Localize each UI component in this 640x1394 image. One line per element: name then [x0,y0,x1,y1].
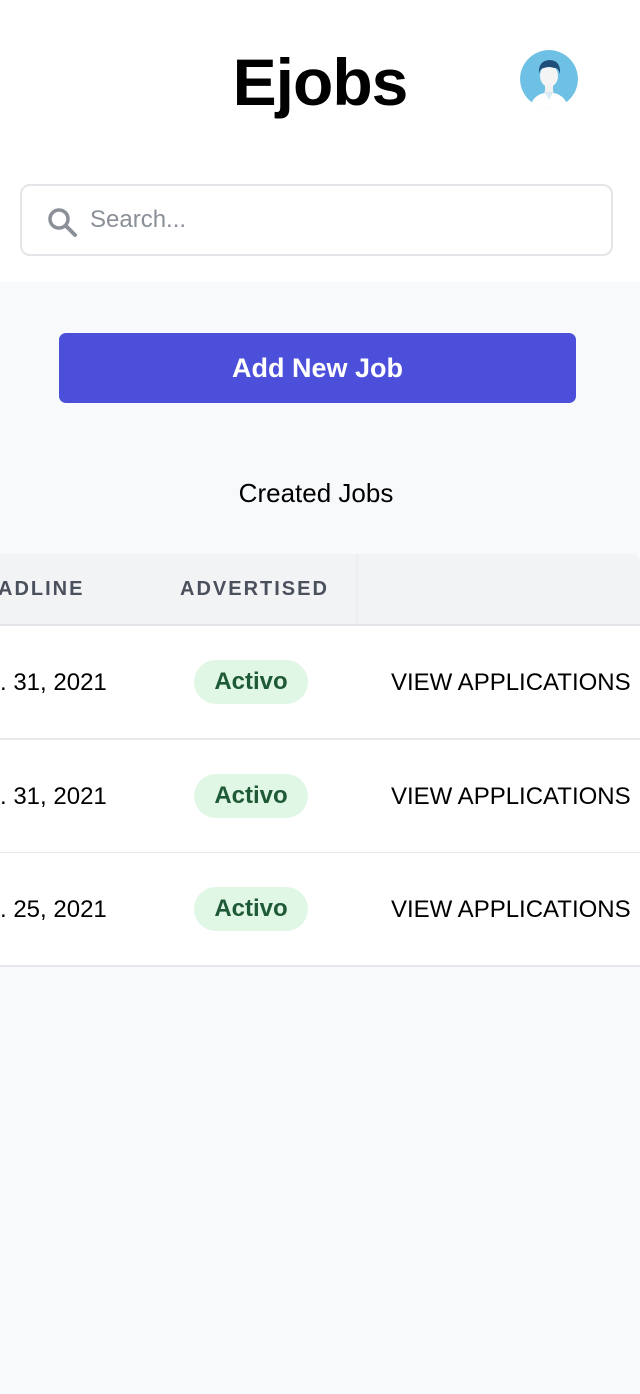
status-badge: Activo [194,660,308,704]
status-badge: Activo [194,887,308,931]
search-input[interactable] [90,186,590,254]
table-header: ADLINE ADVERTISED [0,554,640,626]
table-row: c. 31, 2021 Activo VIEW APPLICATIONS [0,740,640,854]
table-row: c. 25, 2021 Activo VIEW APPLICATIONS [0,853,640,967]
user-avatar-icon[interactable] [520,50,578,108]
header-divider [356,554,358,624]
column-header-advertised[interactable]: ADVERTISED [180,576,329,602]
table-row: c. 31, 2021 Activo VIEW APPLICATIONS [0,626,640,740]
view-applications-link[interactable]: VIEW APPLICATIONS [391,668,631,698]
add-new-job-button[interactable]: Add New Job [59,333,576,403]
view-applications-link[interactable]: VIEW APPLICATIONS [391,782,631,812]
column-header-deadline[interactable]: ADLINE [0,576,84,602]
created-jobs-heading: Created Jobs [238,478,394,508]
deadline-cell: c. 31, 2021 [0,669,107,696]
deadline-cell: c. 31, 2021 [0,783,107,810]
jobs-table: ADLINE ADVERTISED c. 31, 2021 Activo VIE… [0,554,640,968]
app-header: Ejobs [0,0,640,282]
search-bar [20,184,613,256]
status-badge: Activo [194,774,308,818]
deadline-cell: c. 25, 2021 [0,896,107,923]
search-icon [46,206,78,238]
view-applications-link[interactable]: VIEW APPLICATIONS [391,895,631,925]
